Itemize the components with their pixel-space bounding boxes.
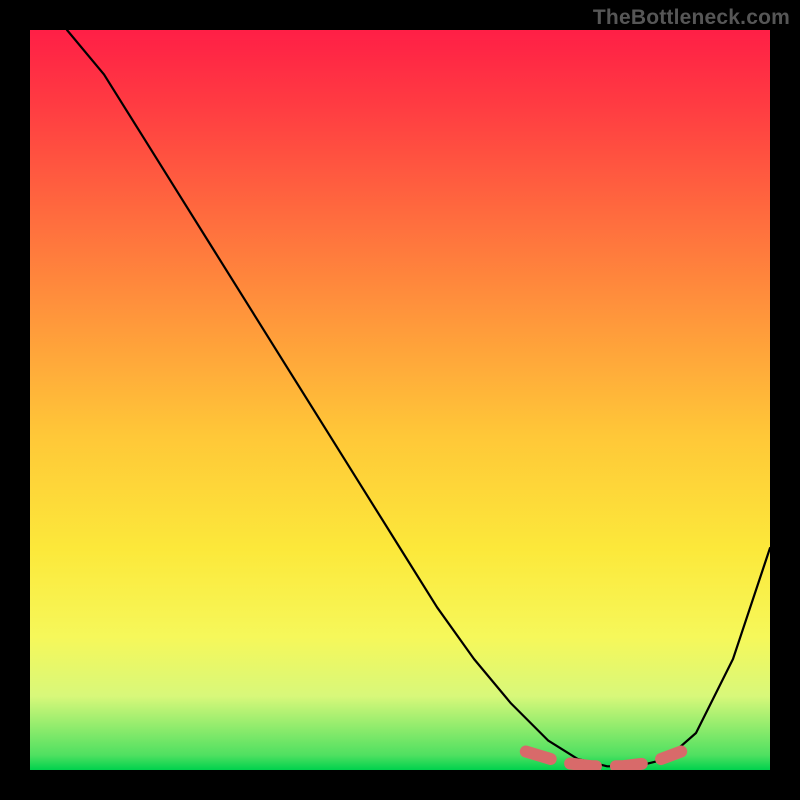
optimal-zone-marker: [526, 752, 681, 767]
bottleneck-curve: [67, 30, 770, 766]
watermark-text: TheBottleneck.com: [593, 6, 790, 30]
plot-area: [30, 30, 770, 770]
chart-svg: [30, 30, 770, 770]
chart-frame: TheBottleneck.com: [0, 0, 800, 800]
